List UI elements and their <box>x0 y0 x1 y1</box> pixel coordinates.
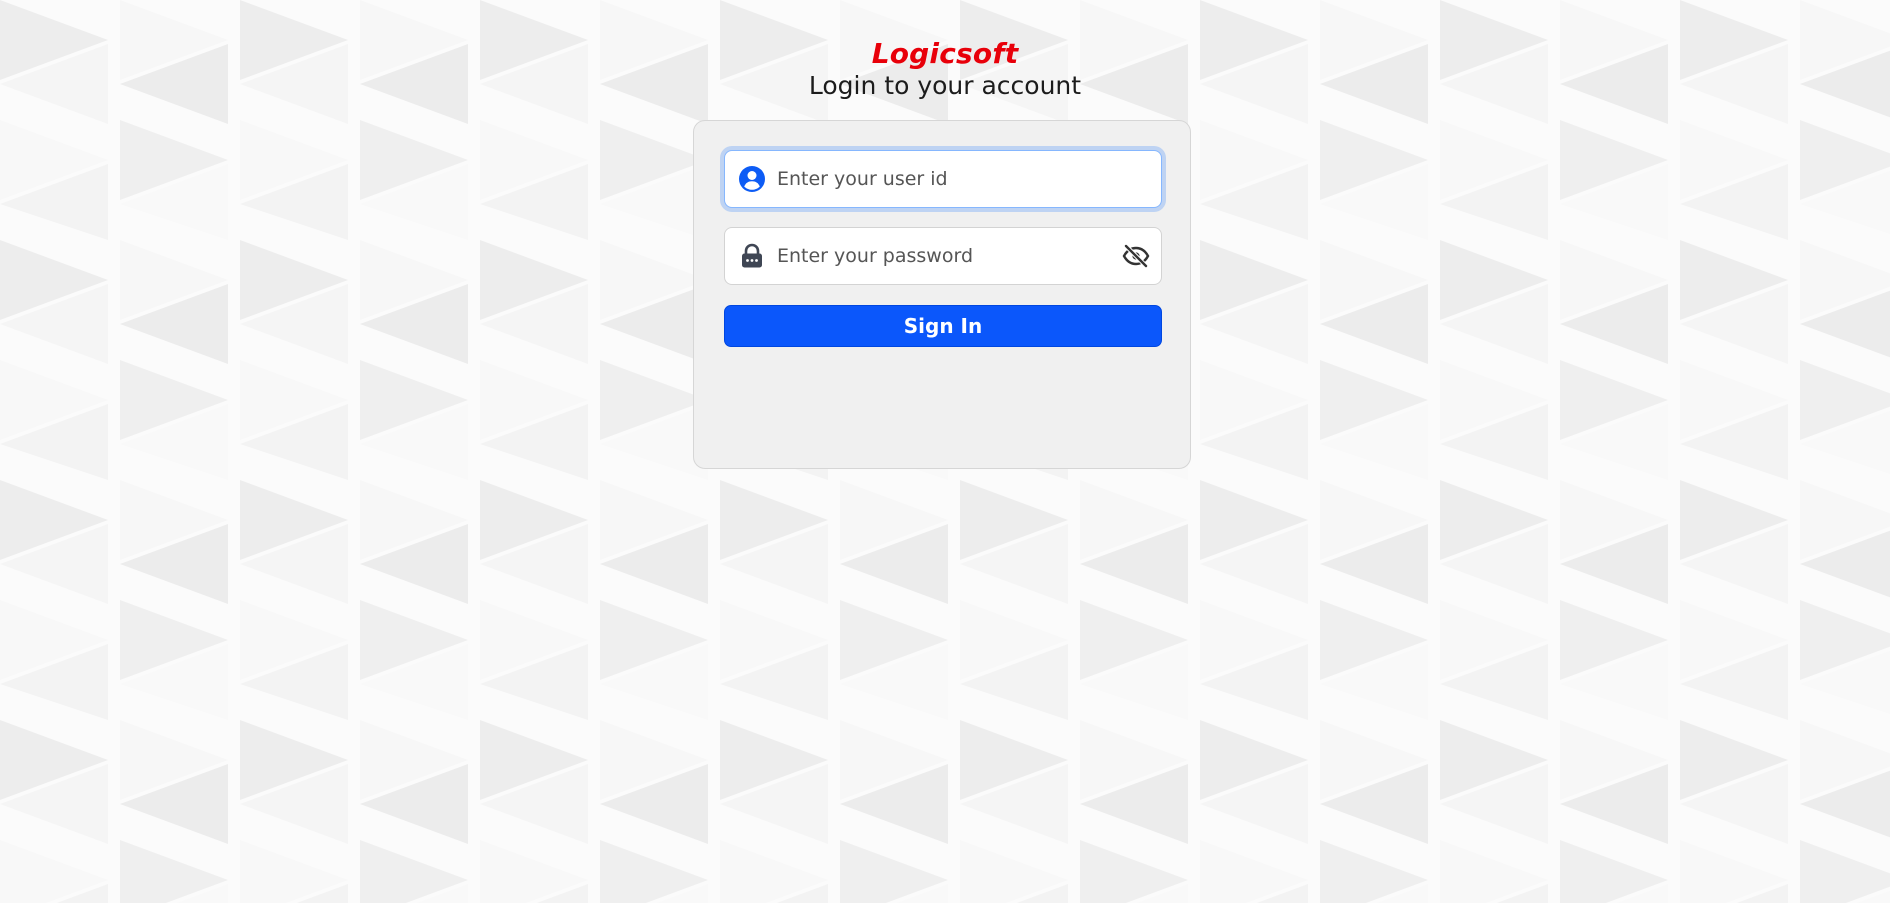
userid-field[interactable] <box>724 150 1162 208</box>
page-title: Login to your account <box>808 71 1082 100</box>
lock-icon <box>737 241 767 271</box>
userid-input[interactable] <box>777 159 1161 199</box>
eye-slash-icon[interactable] <box>1121 241 1151 271</box>
brand-logo-text: Logicsoft <box>871 37 1019 70</box>
password-input[interactable] <box>777 236 1121 276</box>
login-header: Logicsoft Login to your account <box>0 36 1890 102</box>
sign-in-button[interactable]: Sign In <box>724 305 1162 347</box>
password-field[interactable] <box>724 227 1162 285</box>
login-card: Sign In <box>693 120 1191 469</box>
user-circle-icon <box>737 164 767 194</box>
